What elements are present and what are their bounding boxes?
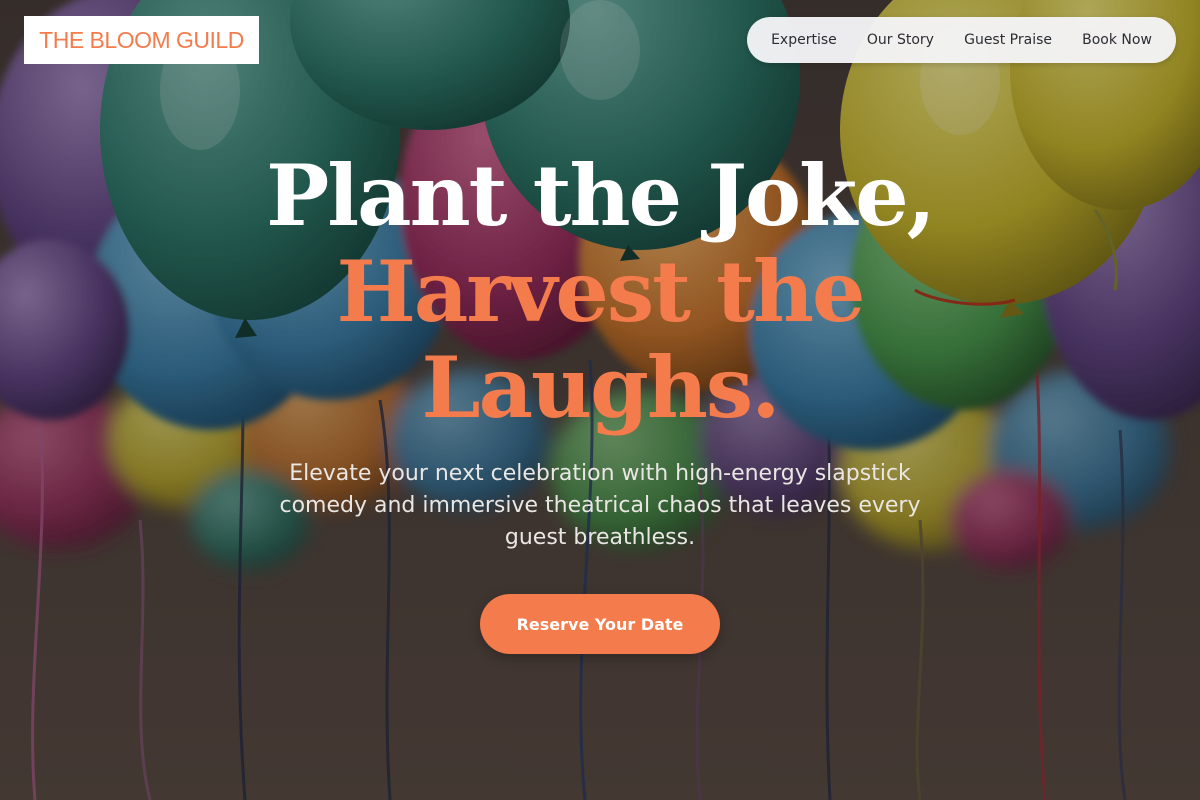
main-nav: Expertise Our Story Guest Praise Book No… bbox=[747, 17, 1176, 63]
brand-logo-text: THE BLOOM GUILD bbox=[39, 26, 244, 53]
nav-item-expertise[interactable]: Expertise bbox=[771, 32, 837, 48]
nav-item-our-story[interactable]: Our Story bbox=[867, 32, 934, 48]
hero-headline: Plant the Joke, Harvest the Laughs. bbox=[150, 148, 1050, 436]
nav-item-book-now[interactable]: Book Now bbox=[1082, 32, 1152, 48]
hero-subtitle: Elevate your next celebration with high-… bbox=[279, 461, 921, 550]
headline-line-1: Plant the Joke, bbox=[266, 146, 936, 245]
nav-item-guest-praise[interactable]: Guest Praise bbox=[964, 32, 1052, 48]
headline-line-2: Harvest the Laughs. bbox=[336, 242, 866, 437]
reserve-date-button[interactable]: Reserve Your Date bbox=[480, 594, 720, 654]
brand-logo[interactable]: THE BLOOM GUILD bbox=[24, 16, 259, 64]
